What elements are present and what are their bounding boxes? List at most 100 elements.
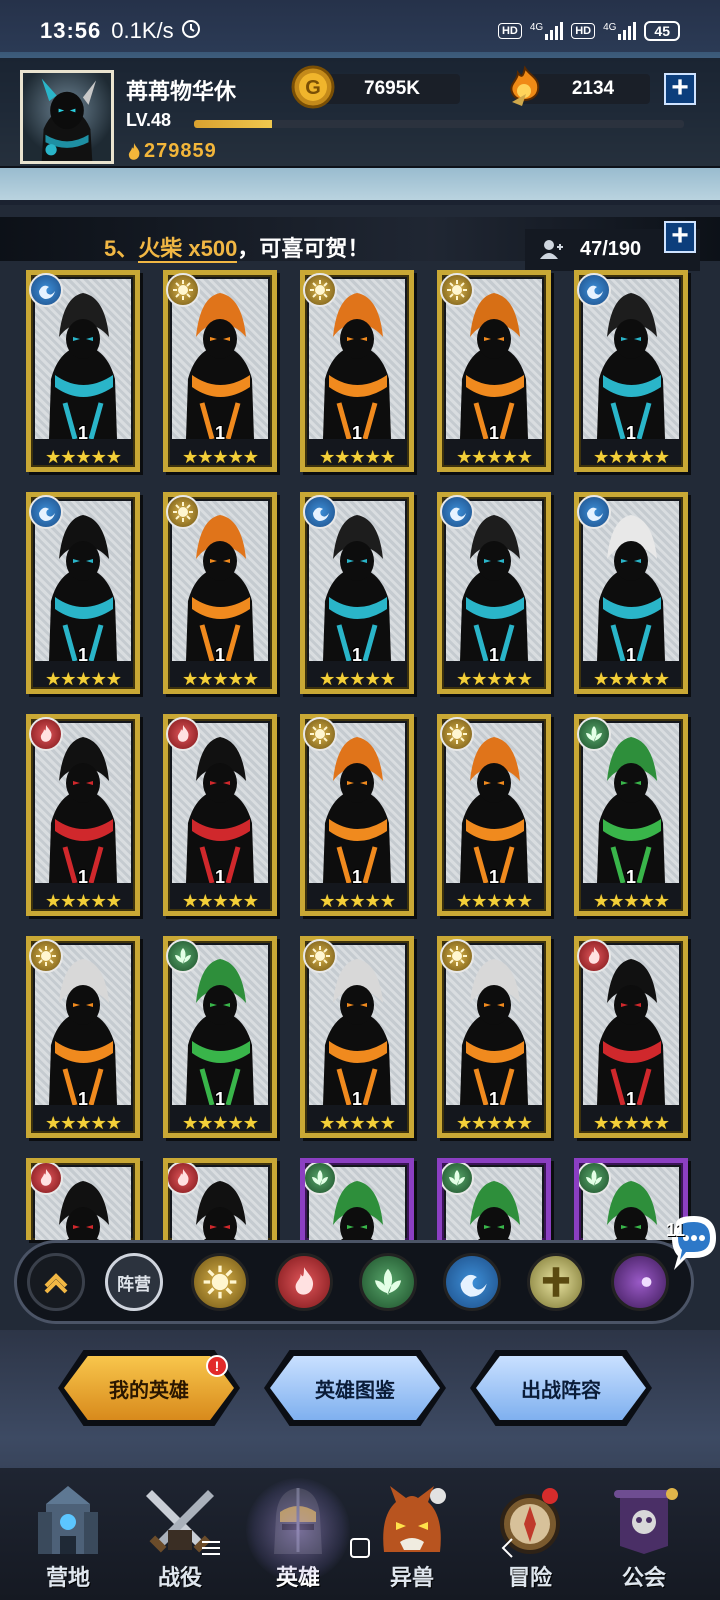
system-menu-button[interactable] bbox=[196, 1536, 226, 1566]
notice-ticker: 5、火柴 x500，可喜可贺！ 47/190 bbox=[0, 217, 720, 271]
camp-filter-button[interactable]: 阵营 bbox=[105, 1253, 163, 1311]
hero-stars: ★★★★★ bbox=[319, 669, 396, 689]
nav-guild[interactable]: 公会 bbox=[584, 1468, 704, 1600]
hero-level: 1 bbox=[625, 645, 636, 665]
hero-level: 1 bbox=[625, 867, 636, 887]
hero-card[interactable]: 1 ★★★★★ bbox=[437, 714, 551, 916]
light-faction-icon bbox=[303, 939, 337, 973]
water-filter-icon[interactable] bbox=[443, 1253, 501, 1311]
hero-stars: ★★★★★ bbox=[456, 1113, 533, 1133]
hero-card[interactable]: 1 ★★★★★ bbox=[163, 270, 277, 472]
fire-faction-icon bbox=[31, 1163, 63, 1195]
faction-filter-bar: 阵营 bbox=[14, 1240, 694, 1324]
hero-card[interactable]: 1 ★★★★★ bbox=[26, 270, 140, 472]
fire-crystal-icon bbox=[510, 65, 540, 106]
nav-beasts[interactable]: 异兽 bbox=[352, 1468, 472, 1600]
hero-level: 1 bbox=[625, 423, 636, 443]
guild-banner-icon bbox=[614, 1488, 678, 1554]
system-back-button[interactable] bbox=[494, 1536, 524, 1566]
hero-card[interactable] bbox=[300, 1158, 414, 1240]
fire-filter-icon[interactable] bbox=[275, 1253, 333, 1311]
hero-stars: ★★★★★ bbox=[182, 1113, 259, 1133]
battery-indicator: 45 bbox=[644, 21, 680, 41]
light-faction-icon bbox=[303, 717, 337, 751]
water-faction-icon bbox=[29, 495, 63, 529]
hero-stars: ★★★★★ bbox=[593, 447, 670, 467]
water-faction-icon bbox=[440, 495, 474, 529]
dark-filter-icon[interactable] bbox=[611, 1253, 669, 1311]
system-home-button[interactable] bbox=[345, 1536, 375, 1566]
player-level: LV.48 bbox=[126, 110, 172, 130]
hero-card[interactable] bbox=[437, 1158, 551, 1240]
bottom-nav: 营地 战役 英雄 异兽 冒险 bbox=[0, 1468, 720, 1600]
avatar[interactable] bbox=[20, 70, 114, 164]
fire-faction-icon bbox=[168, 1163, 200, 1195]
hero-stars: ★★★★★ bbox=[45, 669, 122, 689]
hero-card[interactable]: 1 ★★★★★ bbox=[163, 936, 277, 1138]
player-name: 苒苒物华休 bbox=[126, 79, 237, 104]
notice-text: 5、火柴 x500，可喜可贺！ bbox=[104, 236, 370, 263]
light-filter-icon[interactable] bbox=[191, 1253, 249, 1311]
add-gems-button[interactable]: + bbox=[664, 73, 696, 105]
nav-adventure-label: 冒险 bbox=[507, 1565, 552, 1590]
hero-card[interactable]: 1 ★★★★★ bbox=[574, 492, 688, 694]
hero-card[interactable]: 1 ★★★★★ bbox=[300, 936, 414, 1138]
hero-card[interactable] bbox=[26, 1158, 140, 1240]
nav-guild-label: 公会 bbox=[621, 1565, 666, 1590]
nature-filter-icon[interactable] bbox=[359, 1253, 417, 1311]
hero-level: 1 bbox=[488, 1089, 499, 1109]
hero-card[interactable]: 1 ★★★★★ bbox=[300, 714, 414, 916]
hero-card[interactable]: 1 ★★★★★ bbox=[437, 492, 551, 694]
hero-count: 47/190 bbox=[580, 238, 642, 260]
hero-level: 1 bbox=[351, 1089, 362, 1109]
hero-card[interactable]: 1 ★★★★★ bbox=[26, 492, 140, 694]
light-faction-icon bbox=[166, 273, 200, 307]
nav-adventure[interactable]: 冒险 bbox=[470, 1468, 590, 1600]
hero-level: 1 bbox=[488, 645, 499, 665]
expand-hero-slots-button[interactable]: + bbox=[664, 221, 696, 253]
gold-value: 7695K bbox=[364, 78, 420, 99]
hero-card[interactable]: 1 ★★★★★ bbox=[574, 270, 688, 472]
hero-card[interactable]: 1 ★★★★★ bbox=[26, 714, 140, 916]
hero-stars: ★★★★★ bbox=[319, 1113, 396, 1133]
light-faction-icon bbox=[29, 939, 63, 973]
water-faction-icon bbox=[29, 273, 63, 307]
hero-card[interactable]: 1 ★★★★★ bbox=[437, 936, 551, 1138]
profile-header: 苒苒物华休 LV.48 279859 7695K G 2134 + bbox=[0, 52, 720, 200]
hero-card[interactable]: 1 ★★★★★ bbox=[300, 492, 414, 694]
hero-card[interactable] bbox=[163, 1158, 277, 1240]
light-faction-icon bbox=[166, 495, 200, 529]
hero-card[interactable]: 1 ★★★★★ bbox=[163, 714, 277, 916]
hero-stars: ★★★★★ bbox=[182, 669, 259, 689]
hero-stars: ★★★★★ bbox=[45, 447, 122, 467]
light-faction-icon bbox=[440, 273, 474, 307]
hero-card[interactable]: 1 ★★★★★ bbox=[437, 270, 551, 472]
hero-card[interactable]: 1 ★★★★★ bbox=[574, 714, 688, 916]
hero-level: 1 bbox=[351, 645, 362, 665]
hero-stars: ★★★★★ bbox=[456, 891, 533, 911]
hero-card[interactable]: 1 ★★★★★ bbox=[26, 936, 140, 1138]
camp-filter-label: 阵营 bbox=[117, 1274, 151, 1294]
svg-text:G: G bbox=[305, 77, 321, 99]
nature-faction-icon bbox=[579, 1163, 611, 1195]
collapse-chevron-icon[interactable] bbox=[27, 1253, 85, 1311]
xp-bar-fill bbox=[194, 120, 273, 128]
nav-camp[interactable]: 营地 bbox=[8, 1468, 128, 1600]
hero-level: 1 bbox=[77, 1089, 88, 1109]
nav-camp-label: 营地 bbox=[45, 1565, 90, 1590]
hero-stars: ★★★★★ bbox=[45, 1113, 122, 1133]
hero-card[interactable]: 1 ★★★★★ bbox=[163, 492, 277, 694]
hero-card[interactable]: 1 ★★★★★ bbox=[300, 270, 414, 472]
light-faction-icon bbox=[440, 939, 474, 973]
holy-filter-icon[interactable] bbox=[527, 1253, 585, 1311]
hero-card[interactable]: 1 ★★★★★ bbox=[574, 936, 688, 1138]
camp-tower-icon bbox=[38, 1486, 98, 1554]
nav-campaign[interactable]: 战役 bbox=[120, 1468, 240, 1600]
hero-stars: ★★★★★ bbox=[319, 891, 396, 911]
tab-hero-codex[interactable]: 英雄图鉴 bbox=[270, 1356, 440, 1420]
tab-battle-lineup[interactable]: 出战阵容 bbox=[476, 1356, 646, 1420]
fire-faction-icon bbox=[577, 939, 611, 973]
nature-faction-icon bbox=[305, 1163, 337, 1195]
hero-level: 1 bbox=[351, 867, 362, 887]
gold-coin-icon: G bbox=[291, 65, 335, 109]
